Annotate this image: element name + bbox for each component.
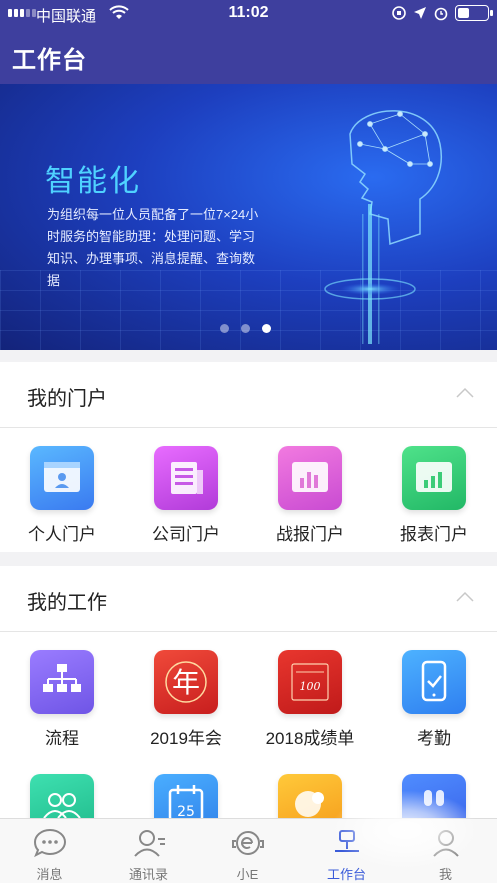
work-item-blue-app[interactable]: [372, 774, 496, 818]
rotation-lock-icon: [392, 6, 406, 20]
banner-description: 为组织每一位人员配备了一位7×24小时服务的智能助理：处理问题、学习知识、办理事…: [47, 207, 259, 288]
annual-meeting-icon-text: 年: [172, 666, 200, 699]
group-icon: [30, 774, 94, 818]
personal-portal-icon: [30, 446, 94, 510]
battle-report-portal-icon: [278, 446, 342, 510]
work-item-orange-app[interactable]: [248, 774, 372, 818]
tab-messages[interactable]: 消息: [0, 819, 99, 883]
work-item-calendar[interactable]: 25: [124, 774, 248, 818]
tab-assistant[interactable]: 小E: [198, 819, 297, 883]
portal-item-label: 个人门户: [28, 525, 96, 544]
work-item-annual-meeting[interactable]: 年 2019年会: [124, 650, 248, 749]
report-card-icon-text: 100: [300, 680, 321, 693]
chevron-up-icon[interactable]: [455, 386, 475, 400]
work-item-attendance[interactable]: 考勤: [372, 650, 496, 749]
carousel-dot-active[interactable]: [262, 324, 271, 333]
workbench-icon: [334, 830, 359, 852]
tab-label: 通讯录: [128, 867, 168, 882]
banner-carousel[interactable]: 智能化 为组织每一位人员配备了一位7×24小时服务的智能助理：处理问题、学习知识…: [0, 84, 497, 350]
banner-title: 智能化: [45, 165, 141, 198]
my-portal-header[interactable]: 我的门户: [0, 362, 497, 428]
annual-meeting-icon: 年: [154, 650, 218, 714]
tab-workbench[interactable]: 工作台: [297, 819, 396, 883]
work-item-flow[interactable]: 流程: [0, 650, 124, 749]
my-portal-section: 我的门户 个人门户 公司门户 战报门户 报表门户: [0, 362, 497, 552]
bottom-tab-bar: 消息 通讯录 小E 工作台 我: [0, 818, 497, 883]
orange-app-icon: [278, 774, 342, 818]
work-item-report-card[interactable]: 100 2018成绩单: [248, 650, 372, 749]
page-title: 工作台: [12, 47, 87, 74]
tab-label: 消息: [36, 867, 63, 882]
portal-item-report[interactable]: 报表门户: [372, 446, 496, 545]
carousel-indicator[interactable]: [220, 324, 271, 333]
chat-bubble-icon: [33, 828, 66, 858]
tab-label: 我: [438, 867, 452, 882]
status-bar: 中国联通 11:02: [0, 0, 497, 28]
portal-item-battle-report[interactable]: 战报门户: [248, 446, 372, 545]
top-bar: 中国联通 11:02 工作台: [0, 0, 497, 84]
location-icon: [414, 7, 426, 19]
work-item-label: 流程: [45, 729, 79, 748]
profile-icon: [432, 830, 459, 857]
work-item-label: 2018成绩单: [265, 729, 355, 748]
work-item-group[interactable]: [0, 774, 124, 818]
blue-app-icon: [402, 774, 466, 818]
ai-head-illustration: [324, 110, 442, 344]
company-portal-icon: [154, 446, 218, 510]
report-portal-icon: [402, 446, 466, 510]
tab-label: 工作台: [326, 867, 366, 882]
calendar-icon: 25: [154, 774, 218, 818]
work-item-label: 2019年会: [150, 729, 222, 748]
tab-me[interactable]: 我: [396, 819, 495, 883]
attendance-phone-icon: [402, 650, 466, 714]
chevron-up-icon[interactable]: [455, 590, 475, 604]
my-work-title: 我的工作: [27, 592, 107, 614]
tab-contacts[interactable]: 通讯录: [99, 819, 198, 883]
battery-icon: [455, 5, 493, 21]
alarm-icon: [434, 7, 448, 21]
flowchart-icon: [30, 650, 94, 714]
contacts-icon: [133, 830, 165, 857]
my-work-section: 我的工作 流程 年 2019年会 100 2018成绩单 考勤 25: [0, 566, 497, 818]
carousel-dot[interactable]: [220, 324, 229, 333]
portal-item-label: 公司门户: [152, 525, 220, 544]
portal-item-label: 报表门户: [400, 525, 468, 544]
tab-label: 小E: [236, 867, 259, 882]
report-card-icon: 100: [278, 650, 342, 714]
work-item-label: 考勤: [417, 729, 451, 748]
assistant-icon: [231, 831, 264, 855]
portal-item-personal[interactable]: 个人门户: [0, 446, 124, 545]
carousel-dot[interactable]: [241, 324, 250, 333]
calendar-icon-text: 25: [177, 804, 195, 818]
portal-item-company[interactable]: 公司门户: [124, 446, 248, 545]
my-portal-title: 我的门户: [27, 388, 107, 410]
portal-item-label: 战报门户: [276, 525, 344, 544]
my-work-header[interactable]: 我的工作: [0, 566, 497, 632]
